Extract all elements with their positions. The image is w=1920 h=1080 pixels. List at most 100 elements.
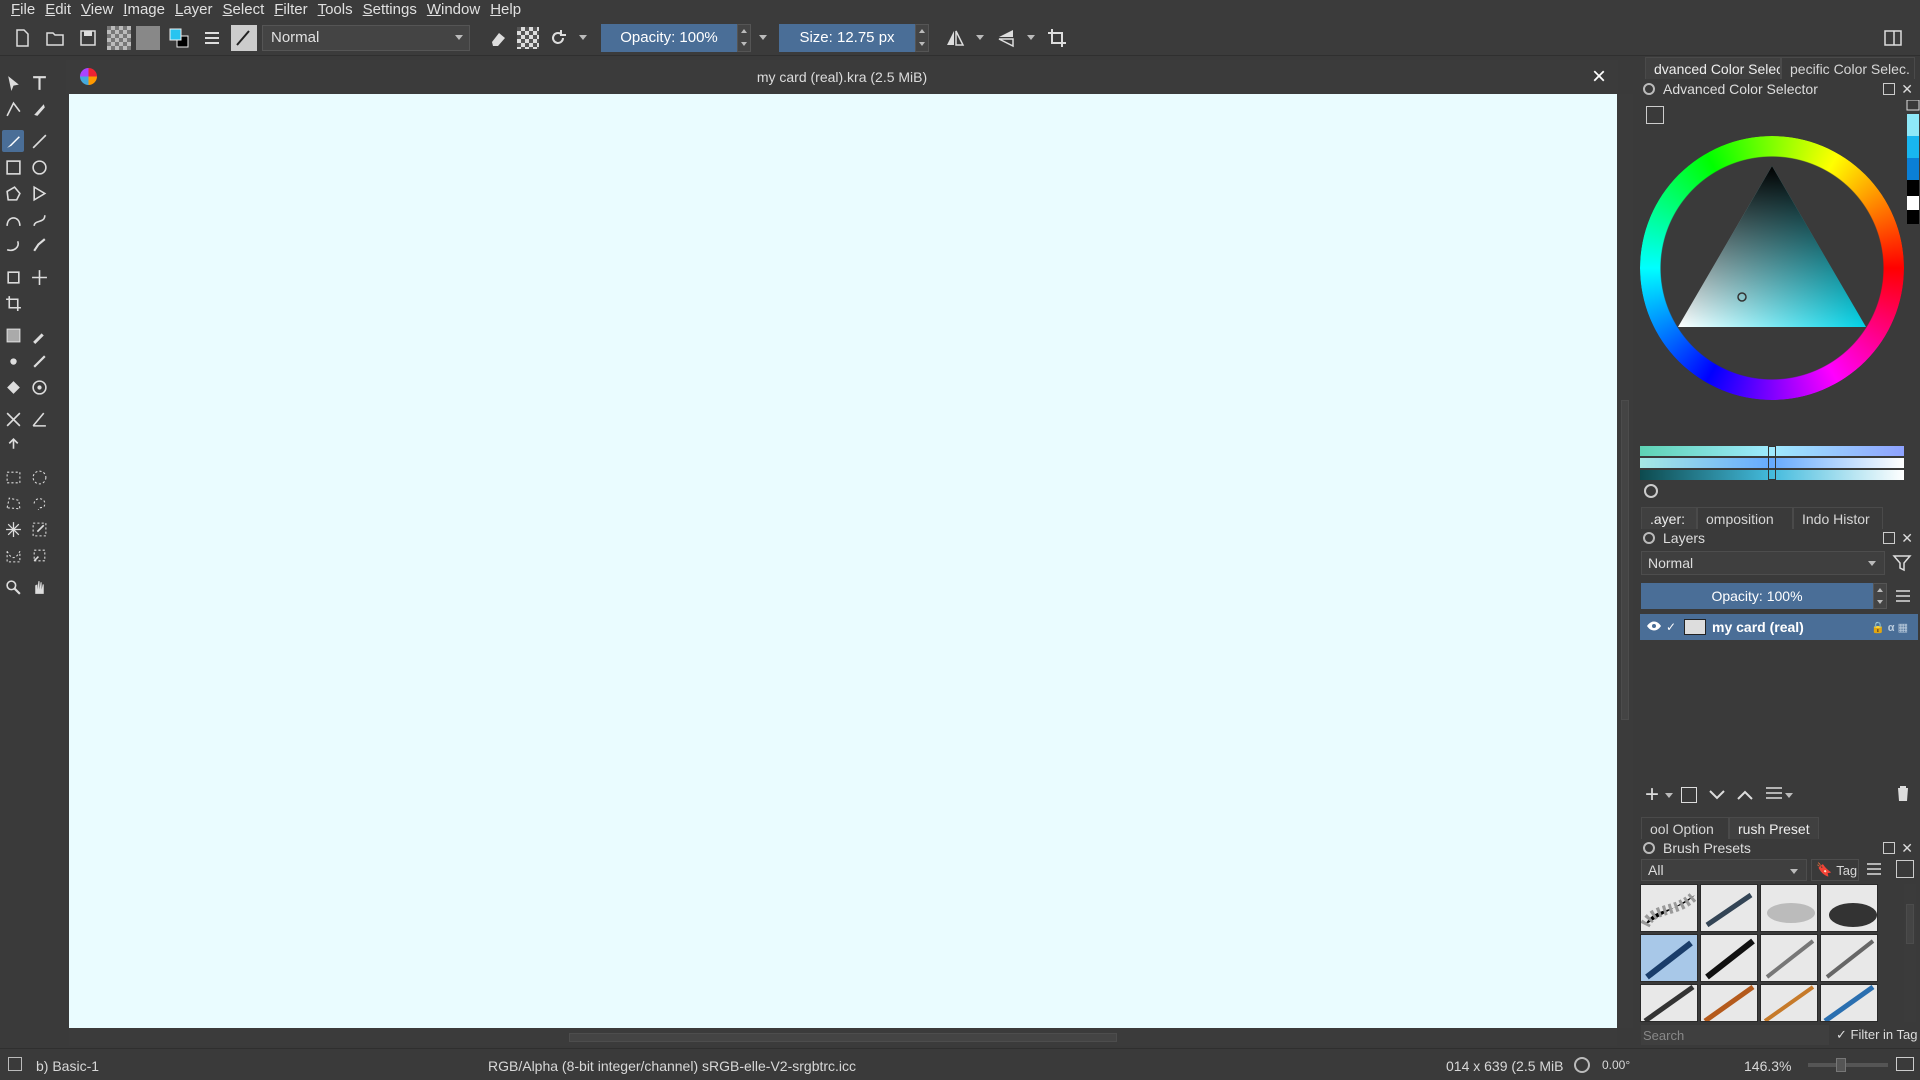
menu-settings[interactable]: Settings [358,0,422,20]
brush-preset-tile[interactable] [1700,984,1758,1022]
layer-opacity-spinner[interactable] [1873,583,1887,609]
polygon-select-icon[interactable] [2,492,24,514]
eraser-icon[interactable] [484,24,512,52]
list-view-icon[interactable] [1866,862,1882,876]
lock-icon[interactable] [1643,842,1655,854]
menu-select[interactable]: Select [218,0,270,20]
brush-preset-icon[interactable] [231,24,257,51]
polygon-tool-icon[interactable] [2,182,24,204]
color-picker-icon[interactable] [28,324,50,346]
menu-view[interactable]: View [76,0,118,20]
tab-brush-presets[interactable]: rush Preset [1729,817,1819,839]
vertical-scrollbar[interactable] [1617,94,1633,1028]
calligraphy-icon[interactable] [28,98,50,120]
move-tool-icon[interactable] [28,266,50,288]
line-tool-icon[interactable] [28,130,50,152]
pattern-swatch-icon[interactable] [136,25,160,50]
tag-button[interactable]: 🔖 Tag [1811,859,1859,881]
size-slider[interactable]: Size: 12.75 px [779,23,915,52]
brush-preset-tile[interactable] [1820,984,1878,1022]
layer-row[interactable]: ✓ my card (real) 🔒 α ▦ [1640,614,1918,640]
select-shapes-icon[interactable] [2,72,24,94]
magnetic-select-icon[interactable] [28,544,50,566]
wrap-around-icon[interactable] [1043,24,1071,52]
assistant-tool-icon[interactable] [28,350,50,372]
tab-tool-options[interactable]: ool Option [1641,817,1729,839]
gradient-swatch-icon[interactable] [107,25,131,50]
freehand-brush-icon[interactable] [2,130,24,152]
menu-edit[interactable]: Edit [40,0,76,20]
float-docker-icon[interactable] [1883,842,1895,854]
color-wheel[interactable] [1640,136,1908,404]
enclose-fill-icon[interactable] [28,376,50,398]
measure-tool-icon[interactable] [28,408,50,430]
dynamic-brush-icon[interactable] [2,234,24,256]
lock-icon[interactable] [1643,83,1655,95]
bezier-tool-icon[interactable] [2,208,24,230]
horizontal-scroll-thumb[interactable] [569,1033,1117,1042]
add-layer-icon[interactable]: + [1645,781,1659,809]
canvas[interactable] [69,94,1617,1028]
crop-tool-icon[interactable] [2,292,24,314]
opacity-dropdown-icon[interactable] [759,35,767,40]
brush-storage-icon[interactable] [1896,860,1914,878]
menu-window[interactable]: Window [422,0,485,20]
move-layer-down-icon[interactable] [1709,787,1725,804]
brush-preset-tile[interactable] [1820,934,1878,982]
menu-layer[interactable]: Layer [170,0,218,20]
layer-properties-dropdown-icon[interactable] [1785,792,1794,798]
reload-preset-icon[interactable] [544,24,572,52]
rotation-icon[interactable] [1574,1057,1590,1073]
delete-layer-icon[interactable] [1895,784,1911,806]
layer-opacity-slider[interactable]: Opacity: 100% [1641,583,1873,609]
brush-preset-tile[interactable] [1760,934,1818,982]
brush-preset-tile[interactable] [1700,884,1758,932]
brush-preset-tile[interactable] [1760,984,1818,1022]
mirror-h-dropdown-icon[interactable] [976,35,984,40]
gradient-tool-icon[interactable] [2,324,24,346]
fg-bg-color-icon[interactable] [165,24,193,52]
float-docker-icon[interactable] [1883,83,1895,95]
ellipse-tool-icon[interactable] [28,156,50,178]
text-tool-icon[interactable] [28,72,50,94]
reload-dropdown-icon[interactable] [579,35,587,40]
display-settings-icon[interactable] [1896,1057,1914,1071]
reset-color-icon[interactable] [1644,484,1658,498]
opacity-spinner[interactable] [737,23,751,52]
tab-undo-history[interactable]: Indo Histor [1793,507,1883,529]
close-docker-icon[interactable]: ✕ [1901,82,1913,96]
close-document-icon[interactable]: × [1588,65,1610,89]
rect-select-icon[interactable] [2,466,24,488]
mirror-horizontal-icon[interactable] [941,24,969,52]
brush-preset-tile[interactable] [1640,884,1698,932]
new-document-icon[interactable] [8,24,36,52]
vertical-scroll-thumb[interactable] [1621,400,1629,720]
fill-tool-icon[interactable] [2,376,24,398]
layer-menu-icon[interactable] [1894,588,1912,604]
brush-preset-tile[interactable] [1820,884,1878,932]
tab-advanced-color-selector[interactable]: dvanced Color Selec [1645,57,1781,79]
layer-properties-icons[interactable]: 🔒 α ▦ [1871,621,1908,634]
menu-filter[interactable]: Filter [269,0,312,20]
tab-specific-color-selector[interactable]: pecific Color Selec. [1781,57,1915,79]
brush-tag-filter-select[interactable]: All [1641,859,1807,881]
mirror-vertical-icon[interactable] [992,24,1020,52]
filter-icon[interactable] [1892,553,1914,575]
layer-active-check-icon[interactable]: ✓ [1666,620,1684,634]
brush-search-input[interactable]: Search [1641,1025,1829,1045]
brush-scrollbar[interactable] [1904,884,1916,1022]
color-history-bar[interactable] [1904,100,1920,230]
horizontal-scrollbar[interactable] [69,1028,1617,1046]
tab-composition[interactable]: omposition [1697,507,1793,529]
reference-image-icon[interactable] [2,434,24,456]
slider-handle[interactable] [1768,446,1776,480]
bezier-select-icon[interactable] [2,544,24,566]
size-spinner[interactable] [915,23,929,52]
tab-layers[interactable]: .ayer: [1641,507,1697,529]
layer-blend-mode-select[interactable]: Normal [1641,551,1885,575]
transform-tool-icon[interactable] [2,266,24,288]
polyline-tool-icon[interactable] [28,182,50,204]
pan-tool-icon[interactable] [28,576,50,598]
opacity-slider[interactable]: Opacity: 100% [601,23,737,52]
similar-select-icon[interactable] [28,518,50,540]
